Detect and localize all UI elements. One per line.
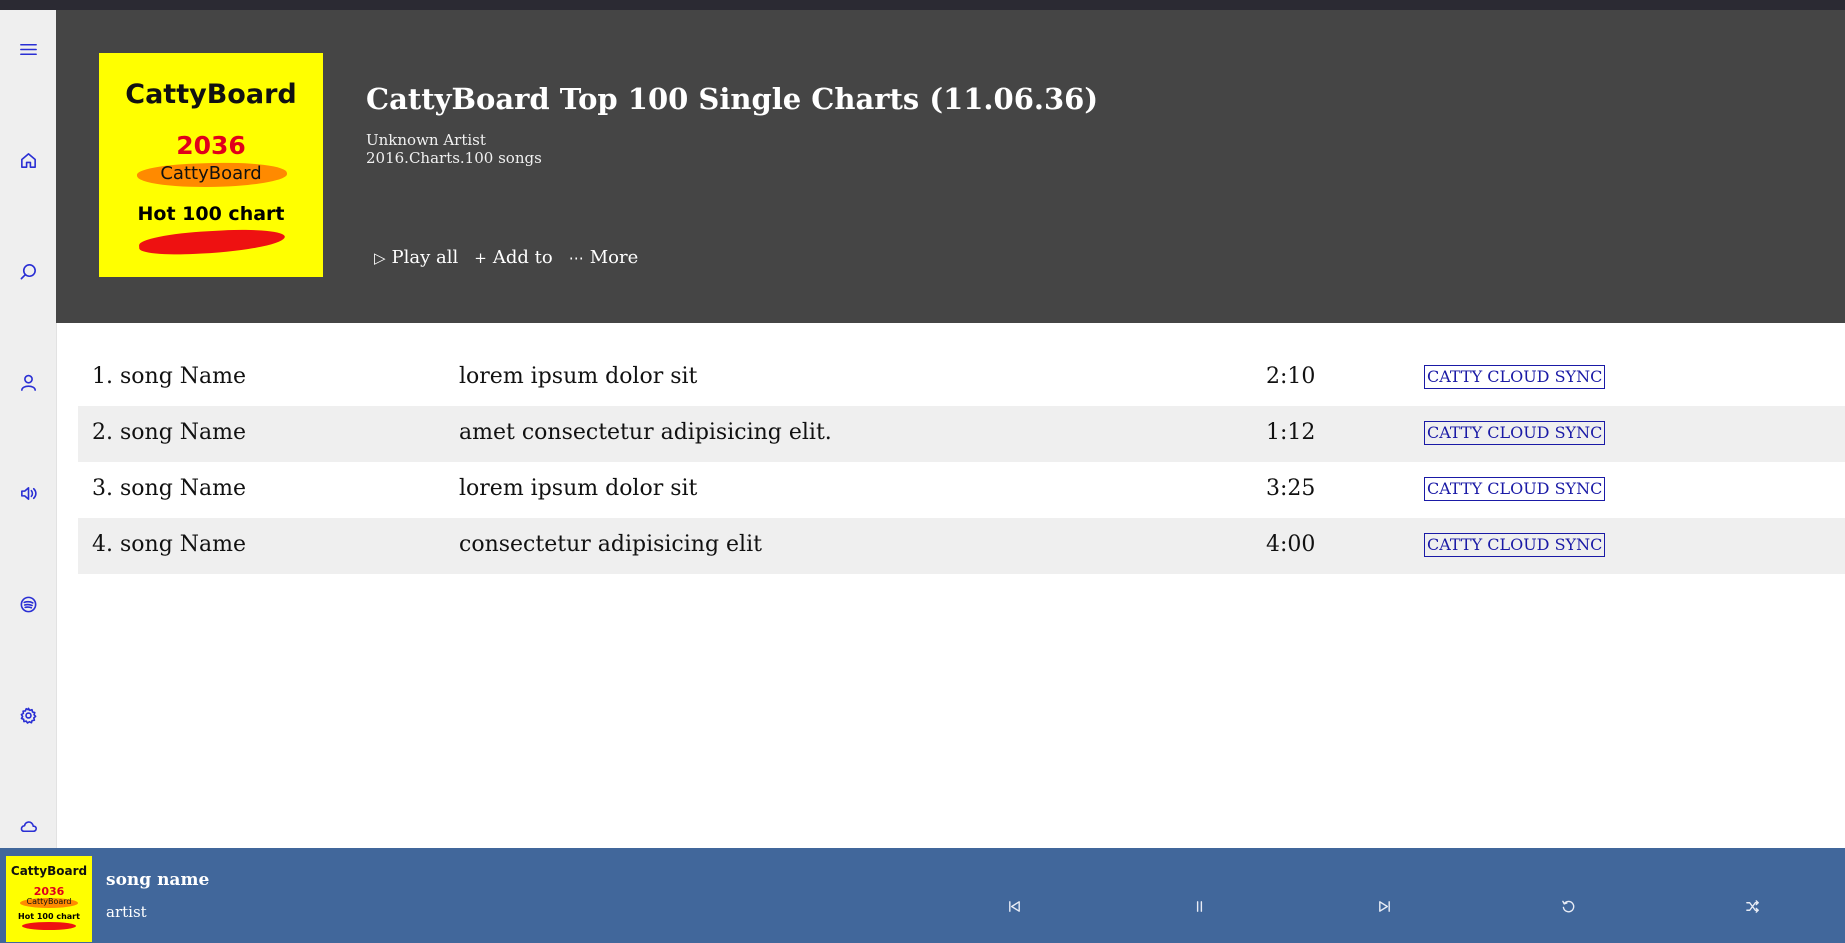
menu-button[interactable]: [10, 31, 46, 67]
track-name: 4. song Name: [92, 532, 247, 557]
now-playing-bar: CattyBoard 2036 CattyBoard Hot 100 chart…: [0, 848, 1845, 943]
cloud-button[interactable]: [10, 808, 46, 844]
volume-icon: [20, 486, 37, 500]
track-name: 2. song Name: [92, 420, 247, 445]
cover-brand: CattyBoard: [125, 79, 297, 110]
settings-button[interactable]: [10, 697, 46, 733]
spotify-button[interactable]: [10, 586, 46, 622]
mini-cover-brand: CattyBoard: [10, 864, 88, 878]
skip-forward-icon: [1378, 900, 1390, 912]
track-duration: 2:10: [1266, 364, 1316, 389]
track-duration: 4:00: [1266, 532, 1316, 557]
track-name: 1. song Name: [92, 364, 247, 389]
album-cover: CattyBoard 2036 CattyBoard Hot 100 chart: [99, 53, 323, 277]
sidebar: [0, 10, 57, 848]
profile-button[interactable]: [10, 364, 46, 400]
now-playing-artist: artist: [106, 903, 147, 921]
more-label: More: [589, 247, 639, 268]
track-list: 1. song Name lorem ipsum dolor sit 2:10 …: [78, 350, 1845, 574]
album-header: CattyBoard 2036 CattyBoard Hot 100 chart…: [56, 10, 1845, 323]
track-row[interactable]: 4. song Name consectetur adipisicing eli…: [78, 518, 1845, 574]
volume-button[interactable]: [10, 475, 46, 511]
ellipsis-icon: ⋯: [568, 248, 584, 267]
play-all-label: Play all: [391, 247, 459, 268]
add-to-label: Add to: [492, 247, 553, 268]
track-duration: 3:25: [1266, 476, 1316, 501]
track-row[interactable]: 1. song Name lorem ipsum dolor sit 2:10 …: [78, 350, 1845, 406]
play-icon: ▷: [374, 248, 386, 267]
shuffle-button[interactable]: [1738, 892, 1766, 920]
cover-subtitle: CattyBoard: [160, 163, 262, 184]
spotify-icon: [20, 596, 36, 612]
repeat-button[interactable]: [1554, 892, 1582, 920]
now-playing-cover: CattyBoard 2036 CattyBoard Hot 100 chart: [6, 856, 92, 942]
repeat-icon: [1561, 900, 1574, 912]
search-button[interactable]: [10, 253, 46, 289]
cloud-sync-button[interactable]: CATTY CLOUD SYNC: [1424, 477, 1606, 501]
plus-icon: +: [474, 248, 487, 267]
mini-cover-red-stroke: [22, 922, 76, 930]
skip-back-icon: [1008, 900, 1020, 912]
next-button[interactable]: [1370, 892, 1398, 920]
track-description: amet consectetur adipisicing elit.: [459, 420, 832, 445]
track-row[interactable]: 2. song Name amet consectetur adipisicin…: [78, 406, 1845, 462]
track-description: lorem ipsum dolor sit: [459, 364, 698, 389]
user-icon: [20, 374, 36, 391]
cloud-sync-button[interactable]: CATTY CLOUD SYNC: [1424, 421, 1606, 445]
cover-red-stroke: [138, 227, 286, 257]
cloud-sync-button[interactable]: CATTY CLOUD SYNC: [1424, 365, 1606, 389]
search-icon: [20, 263, 36, 279]
cloud-sync-button[interactable]: CATTY CLOUD SYNC: [1424, 533, 1606, 557]
track-description: lorem ipsum dolor sit: [459, 476, 698, 501]
home-icon: [20, 152, 36, 168]
mini-cover-subtitle: CattyBoard: [26, 897, 72, 906]
track-description: consectetur adipisicing elit: [459, 532, 762, 557]
settings-icon: [20, 707, 36, 724]
home-button[interactable]: [10, 142, 46, 178]
album-title: CattyBoard Top 100 Single Charts (11.06.…: [366, 82, 1099, 116]
mini-cover-tagline: Hot 100 chart: [18, 912, 80, 921]
now-playing-title: song name: [106, 870, 210, 890]
pause-icon: [1196, 900, 1202, 912]
add-to-button[interactable]: + Add to: [474, 247, 552, 268]
cover-year: 2036: [176, 131, 246, 160]
shuffle-icon: [1745, 899, 1759, 913]
track-duration: 1:12: [1266, 420, 1316, 445]
album-meta: 2016.Charts.100 songs: [366, 149, 542, 167]
play-all-button[interactable]: ▷ Play all: [374, 247, 458, 268]
previous-button[interactable]: [1000, 892, 1028, 920]
track-name: 3. song Name: [92, 476, 247, 501]
album-artist: Unknown Artist: [366, 131, 486, 149]
pause-button[interactable]: [1185, 892, 1213, 920]
track-row[interactable]: 3. song Name lorem ipsum dolor sit 3:25 …: [78, 462, 1845, 518]
more-button[interactable]: ⋯ More: [569, 247, 639, 268]
album-actions: ▷ Play all + Add to ⋯ More: [374, 247, 638, 268]
cloud-icon: [20, 820, 37, 832]
menu-icon: [19, 43, 37, 55]
cover-tagline: Hot 100 chart: [137, 203, 285, 225]
